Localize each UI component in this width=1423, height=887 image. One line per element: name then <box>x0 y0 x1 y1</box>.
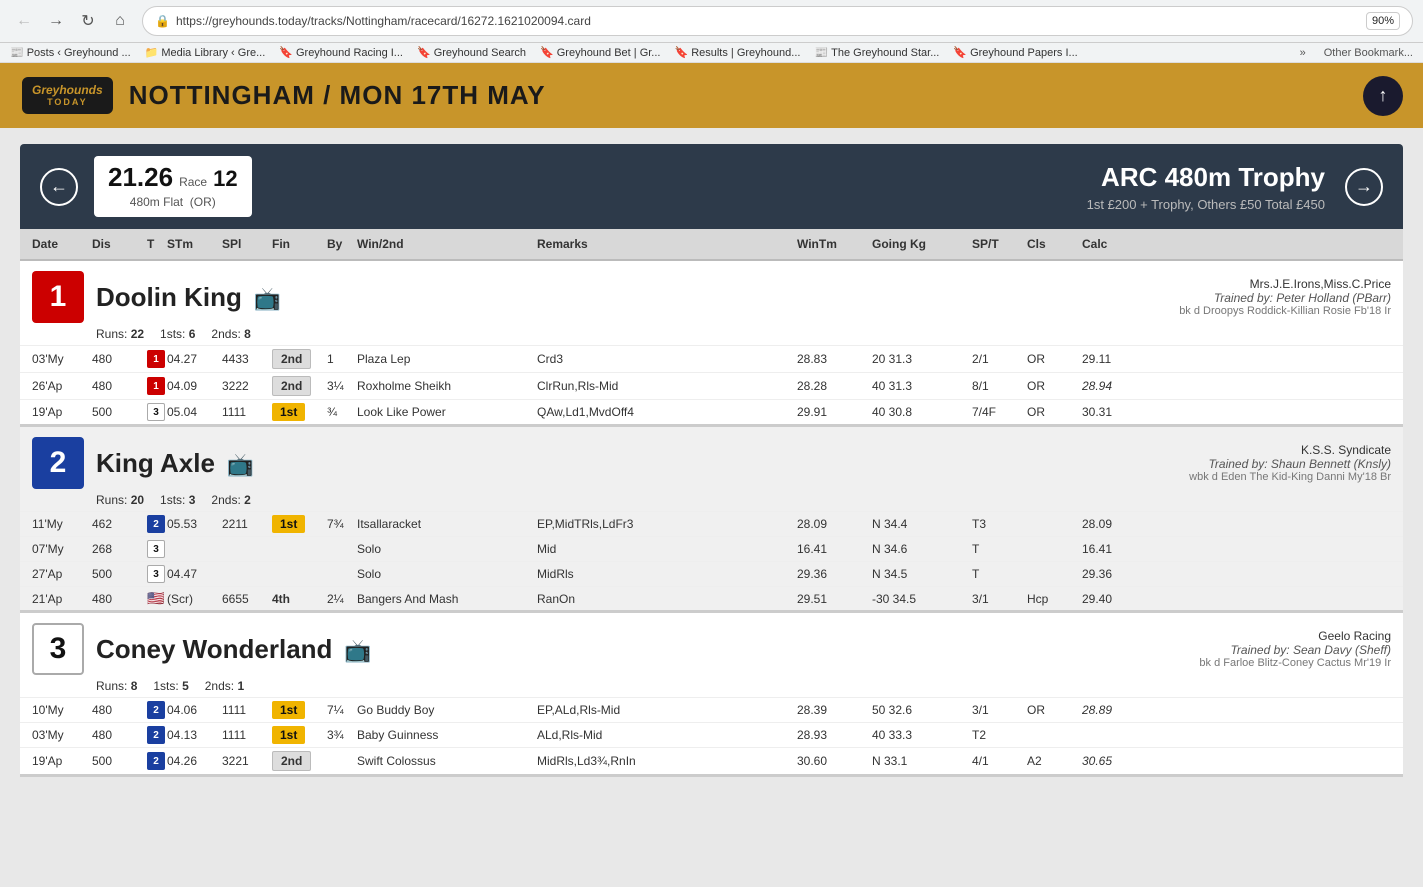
col-t: T <box>147 235 167 253</box>
col-by: By <box>327 235 357 253</box>
dog-header-1: 1 Doolin King 📺 Mrs.J.E.Irons,Miss.C.Pri… <box>20 261 1403 325</box>
col-spt: SP/T <box>972 235 1027 253</box>
col-date: Date <box>32 235 92 253</box>
col-spl: SPl <box>222 235 272 253</box>
dog-stats-3: Runs: 8 1sts: 5 2nds: 1 <box>20 677 1403 697</box>
other-bookmarks[interactable]: Other Bookmark... <box>1324 47 1413 59</box>
bm-posts[interactable]: 📰Posts ‹ Greyhound ... <box>10 46 131 59</box>
col-dis: Dis <box>92 235 147 253</box>
dog-section-3: 3 Coney Wonderland 📺 Geelo Racing Traine… <box>20 613 1403 777</box>
col-goingkg: Going Kg <box>872 235 972 253</box>
dog-section-1: 1 Doolin King 📺 Mrs.J.E.Irons,Miss.C.Pri… <box>20 261 1403 427</box>
logo-badge: Greyhounds TODAY <box>20 75 115 116</box>
race-label: Race <box>179 175 207 189</box>
forward-button[interactable]: → <box>42 7 70 35</box>
dog-header-2: 2 King Axle 📺 K.S.S. Syndicate Trained b… <box>20 427 1403 491</box>
table-row: 26'Ap 480 1 04.09 3222 2nd 3¼ Roxholme S… <box>20 372 1403 399</box>
trap-badge-2: 2 <box>32 437 84 489</box>
col-remarks: Remarks <box>537 235 797 253</box>
security-icon: 🔒 <box>155 14 170 28</box>
race-header: ← 21.26 Race 12 480m Flat (OR) ARC 480m … <box>20 144 1403 229</box>
logo-line2: TODAY <box>32 97 103 108</box>
url-bar[interactable]: 🔒 https://greyhounds.today/tracks/Nottin… <box>142 6 1413 36</box>
col-fin: Fin <box>272 235 327 253</box>
logo-line1: Greyhounds <box>32 83 103 97</box>
back-button[interactable]: ← <box>10 7 38 35</box>
tv-icon-2: 📺 <box>227 452 254 477</box>
page-content: ← 21.26 Race 12 480m Flat (OR) ARC 480m … <box>0 128 1423 793</box>
url-text: https://greyhounds.today/tracks/Nottingh… <box>176 14 1360 28</box>
page-title: Nottingham / Mon 17th May <box>129 80 546 111</box>
bm-media[interactable]: 📁Media Library ‹ Gre... <box>145 46 266 59</box>
dog-name-1: Doolin King 📺 <box>96 282 281 313</box>
col-stm: STm <box>167 235 222 253</box>
race-time-box: 21.26 Race 12 480m Flat (OR) <box>94 156 252 217</box>
bm-star[interactable]: 📰The Greyhound Star... <box>814 46 939 59</box>
table-row: 03'My 480 1 04.27 4433 2nd 1 Plaza Lep C… <box>20 345 1403 372</box>
col-cls: Cls <box>1027 235 1082 253</box>
race-name: ARC 480m Trophy <box>268 162 1325 193</box>
site-header: Greyhounds TODAY Nottingham / Mon 17th M… <box>0 63 1423 128</box>
dog-info-right-2: K.S.S. Syndicate Trained by: Shaun Benne… <box>266 443 1391 483</box>
up-arrow-button[interactable]: ↑ <box>1363 76 1403 116</box>
table-row: 11'My 462 2 05.53 2211 1st 7¾ Itsallarac… <box>20 511 1403 536</box>
table-row: 27'Ap 500 3 04.47 Solo MidRls 29.36 N 34… <box>20 561 1403 586</box>
bm-racing[interactable]: 🔖Greyhound Racing I... <box>279 46 403 59</box>
trap-badge-1: 1 <box>32 271 84 323</box>
col-wintm: WinTm <box>797 235 872 253</box>
race-name-area: ARC 480m Trophy 1st £200 + Trophy, Other… <box>268 162 1325 212</box>
tv-icon-1: 📺 <box>253 286 280 311</box>
bm-papers[interactable]: 🔖Greyhound Papers I... <box>953 46 1077 59</box>
bookmarks-more[interactable]: » <box>1300 47 1306 59</box>
bm-results[interactable]: 🔖Results | Greyhound... <box>674 46 800 59</box>
col-calc: Calc <box>1082 235 1152 253</box>
col-win2nd: Win/2nd <box>357 235 537 253</box>
dog-info-right-3: Geelo Racing Trained by: Sean Davy (Shef… <box>383 629 1391 669</box>
dog-stats-2: Runs: 20 1sts: 3 2nds: 2 <box>20 491 1403 511</box>
tv-icon-3: 📺 <box>344 638 371 663</box>
column-headers: Date Dis T STm SPl Fin By Win/2nd Remark… <box>20 229 1403 261</box>
next-race-button[interactable]: → <box>1345 168 1383 206</box>
bookmarks-bar: 📰Posts ‹ Greyhound ... 📁Media Library ‹ … <box>0 43 1423 63</box>
home-button[interactable]: ⌂ <box>106 7 134 35</box>
zoom-badge: 90% <box>1366 12 1400 30</box>
refresh-button[interactable]: ↻ <box>74 7 102 35</box>
race-prize: 1st £200 + Trophy, Others £50 Total £450 <box>268 197 1325 212</box>
dog-name-2: King Axle 📺 <box>96 448 254 479</box>
table-row: 10'My 480 2 04.06 1111 1st 7¼ Go Buddy B… <box>20 697 1403 722</box>
table-row: 03'My 480 2 04.13 1111 1st 3¾ Baby Guinn… <box>20 722 1403 747</box>
table-row: 19'Ap 500 3 05.04 1111 1st ¾ Look Like P… <box>20 399 1403 424</box>
dog-name-3: Coney Wonderland 📺 <box>96 634 371 665</box>
dog-header-3: 3 Coney Wonderland 📺 Geelo Racing Traine… <box>20 613 1403 677</box>
trap-badge-3: 3 <box>32 623 84 675</box>
bm-bet[interactable]: 🔖Greyhound Bet | Gr... <box>540 46 660 59</box>
browser-bar: ← → ↻ ⌂ 🔒 https://greyhounds.today/track… <box>0 0 1423 43</box>
logo-area: Greyhounds TODAY Nottingham / Mon 17th M… <box>20 75 546 116</box>
table-row: 21'Ap 480 🇺🇸 (Scr) 6655 4th 2¼ Bangers A… <box>20 586 1403 610</box>
up-arrow-icon: ↑ <box>1379 85 1388 106</box>
race-number: 12 <box>213 166 237 192</box>
nav-buttons: ← → ↻ ⌂ <box>10 7 134 35</box>
dog-section-2: 2 King Axle 📺 K.S.S. Syndicate Trained b… <box>20 427 1403 613</box>
table-row: 07'My 268 3 Solo Mid 16.41 N 34.6 T 16.4… <box>20 536 1403 561</box>
dog-info-right-1: Mrs.J.E.Irons,Miss.C.Price Trained by: P… <box>293 277 1391 317</box>
race-time: 21.26 <box>108 164 173 190</box>
bm-search[interactable]: 🔖Greyhound Search <box>417 46 526 59</box>
prev-race-button[interactable]: ← <box>40 168 78 206</box>
race-dist: 480m Flat (OR) <box>108 195 238 209</box>
dog-stats-1: Runs: 22 1sts: 6 2nds: 8 <box>20 325 1403 345</box>
table-row: 19'Ap 500 2 04.26 3221 2nd Swift Colossu… <box>20 747 1403 774</box>
